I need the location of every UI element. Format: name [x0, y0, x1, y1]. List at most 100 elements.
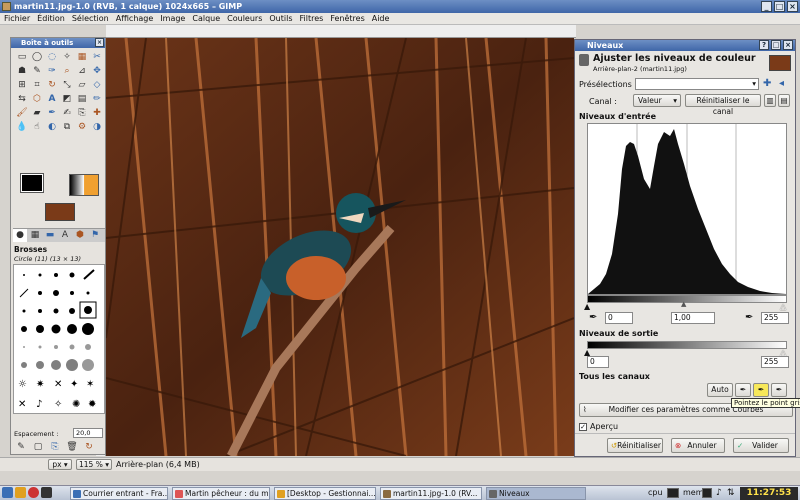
clock[interactable]: 11:27:53 [740, 487, 798, 500]
input-black-handle[interactable]: ▲ [584, 302, 590, 311]
levels-help-button[interactable]: ? [759, 40, 769, 50]
new-brush-icon[interactable]: ▢ [31, 441, 45, 454]
menu-filtres[interactable]: Filtres [300, 13, 324, 24]
pick-black-point-icon[interactable]: ✒ [589, 312, 597, 323]
task-browser[interactable]: Martin pêcheur : du m... [172, 487, 270, 500]
measure-icon[interactable]: ⊿ [75, 65, 89, 78]
pick-white-point-all-icon[interactable]: ✒ [771, 383, 787, 397]
crop-icon[interactable]: ⌗ [30, 79, 44, 92]
presets-dropdown[interactable]: ▾ [635, 78, 759, 90]
cancel-button[interactable]: ⊗ Annuler [671, 438, 725, 453]
move-icon[interactable]: ✥ [90, 65, 104, 78]
unit-dropdown[interactable]: px ▾ [48, 459, 72, 470]
preview-checkbox[interactable]: ✓ [579, 422, 587, 431]
ok-button[interactable]: ✓ Valider [733, 438, 789, 453]
paintbrush-icon[interactable]: 🖌 [15, 107, 29, 120]
image-canvas[interactable] [106, 38, 574, 456]
color-balance-icon[interactable]: ◑ [90, 121, 104, 134]
reset-button[interactable]: ↺ Réinitialiser [607, 438, 663, 453]
ellipse-select-icon[interactable]: ◯ [30, 51, 44, 64]
flip-icon[interactable]: ⇆ [15, 93, 29, 106]
bucket-fill-icon[interactable]: ◩ [60, 93, 74, 106]
task-gimp-image[interactable]: martin11.jpg-1.0 (RV... [380, 487, 482, 500]
toolbox-close-icon[interactable]: × [95, 38, 104, 47]
smudge-icon[interactable]: ☝ [30, 121, 44, 134]
input-low-field[interactable]: 0 [605, 312, 633, 324]
pick-white-point-icon[interactable]: ✒ [745, 312, 753, 323]
delete-brush-icon[interactable]: 🗑 [65, 441, 79, 454]
start-menu-icon[interactable] [2, 487, 13, 498]
task-levels[interactable]: Niveaux [486, 487, 586, 500]
auto-button[interactable]: Auto [707, 383, 733, 397]
menu-affichage[interactable]: Affichage [116, 13, 154, 24]
menu-edition[interactable]: Édition [37, 13, 65, 24]
paths-icon[interactable]: ✎ [30, 65, 44, 78]
heal-icon[interactable]: ✚ [90, 107, 104, 120]
menu-fenetres[interactable]: Fenêtres [330, 13, 364, 24]
preview-toggle[interactable]: ✓ Aperçu [579, 422, 618, 431]
tab-fonts-icon[interactable]: A [58, 229, 72, 242]
task-file-manager[interactable]: [Desktop - Gestionnai... [274, 487, 376, 500]
tab-tool-options-icon[interactable]: ⚑ [88, 229, 102, 242]
pick-black-point-all-icon[interactable]: ✒ [735, 383, 751, 397]
color-picker-icon[interactable]: ✑ [45, 65, 59, 78]
blur-icon[interactable]: 💧 [15, 121, 29, 134]
perspective-clone-icon[interactable]: ⧉ [60, 121, 74, 134]
foreground-select-icon[interactable]: ☗ [15, 65, 29, 78]
dodge-icon[interactable]: ◐ [45, 121, 59, 134]
menu-calque[interactable]: Calque [192, 13, 220, 24]
reset-channel-button[interactable]: Réinitialiser le canal [685, 94, 761, 116]
zoom-dropdown[interactable]: 115 % ▾ [76, 459, 112, 470]
pick-gray-point-icon[interactable]: ✒ [753, 383, 769, 397]
task-mail[interactable]: Courrier entrant - Fra... [70, 487, 168, 500]
preset-menu-icon[interactable]: ◂ [779, 78, 784, 89]
scale-icon[interactable]: ⤡ [60, 79, 74, 92]
pencil-icon[interactable]: ✏ [90, 93, 104, 106]
folder-icon[interactable] [15, 487, 26, 498]
tab-patterns-icon[interactable]: ▦ [28, 229, 42, 242]
cpu-graph[interactable] [667, 488, 679, 498]
input-gamma-handle[interactable]: ▲ [681, 300, 686, 308]
linear-histogram-icon[interactable]: ▥ [764, 94, 776, 107]
minimize-button[interactable]: _ [761, 1, 772, 12]
menu-fichier[interactable]: Fichier [4, 13, 30, 24]
add-preset-icon[interactable]: ✚ [763, 78, 771, 89]
refresh-brushes-icon[interactable]: ↻ [82, 441, 96, 454]
terminal-icon[interactable] [41, 487, 52, 498]
shear-icon[interactable]: ▱ [75, 79, 89, 92]
horizontal-ruler[interactable] [106, 25, 576, 38]
menu-couleurs[interactable]: Couleurs [227, 13, 262, 24]
input-high-field[interactable]: 255 [761, 312, 789, 324]
clone-icon[interactable]: ⎘ [75, 107, 89, 120]
airbrush-icon[interactable]: ✒ [45, 107, 59, 120]
cage-icon[interactable]: ⬡ [30, 93, 44, 106]
browser-icon[interactable] [28, 487, 39, 498]
menu-outils[interactable]: Outils [269, 13, 292, 24]
output-low-field[interactable]: 0 [587, 356, 609, 368]
close-button[interactable]: × [787, 1, 798, 12]
eraser-icon[interactable]: ▰ [30, 107, 44, 120]
tab-brushes-icon[interactable]: ● [13, 229, 27, 242]
input-gamma-field[interactable]: 1,00 [671, 312, 715, 324]
brushes-grid[interactable]: ☼ ✷ ✕ ✦ ✶ ✕ ♪ ✧ ✺ ✹ [13, 264, 105, 414]
zoom-icon[interactable]: ⌕ [60, 65, 74, 78]
levels-close-button[interactable]: × [783, 40, 793, 50]
foreground-color-swatch[interactable] [20, 173, 44, 193]
output-high-field[interactable]: 255 [761, 356, 789, 368]
active-image-thumbnail[interactable] [45, 203, 75, 221]
tab-palettes-icon[interactable]: ⬢ [73, 229, 87, 242]
mem-graph[interactable] [702, 488, 712, 498]
blend-icon[interactable]: ▤ [75, 93, 89, 106]
channel-dropdown[interactable]: Valeur ▾ [633, 94, 681, 107]
rect-select-icon[interactable]: ▭ [15, 51, 29, 64]
maximize-button[interactable]: □ [774, 1, 785, 12]
text-icon[interactable]: A [45, 93, 59, 106]
ink-icon[interactable]: ✍ [60, 107, 74, 120]
color-select-icon[interactable]: ▦ [75, 51, 89, 64]
volume-icon[interactable]: ♪ [716, 488, 722, 498]
gegl-icon[interactable]: ⚙ [75, 121, 89, 134]
align-icon[interactable]: ⊞ [15, 79, 29, 92]
free-select-icon[interactable]: ◌ [45, 51, 59, 64]
network-icon[interactable]: ⇅ [727, 488, 735, 498]
spacing-input[interactable]: 20,0 [73, 428, 103, 438]
